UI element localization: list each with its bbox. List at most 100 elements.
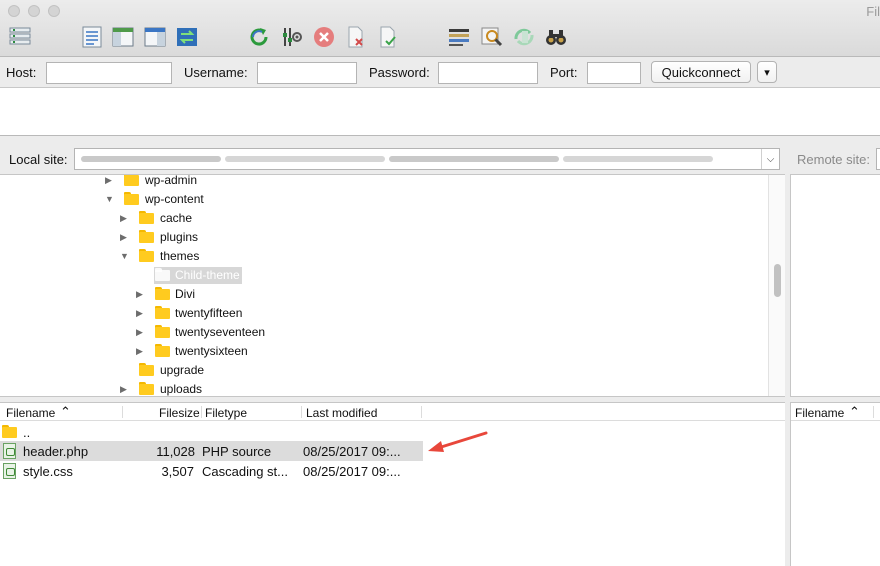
file-row-header-php[interactable]: header.php 11,028 PHP source 08/25/2017 … — [0, 441, 423, 461]
annotation-arrow-icon — [428, 431, 488, 452]
tree-item-plugins[interactable]: ▶ plugins — [0, 228, 768, 247]
port-label: Port: — [550, 65, 578, 80]
redacted-path-segment — [225, 156, 385, 162]
folder-icon — [155, 268, 170, 281]
folder-icon — [139, 382, 154, 395]
tree-item-wp-admin[interactable]: ▶ wp-admin — [0, 174, 768, 190]
expand-arrow-icon[interactable]: ▶ — [120, 232, 127, 243]
folder-icon — [139, 249, 154, 262]
local-site-bar: Local site: ⌵ — [0, 144, 785, 174]
quickconnect-bar: Host: Username: Password: Port: Quickcon… — [0, 57, 880, 88]
folder-icon — [155, 344, 170, 357]
tree-item-uploads[interactable]: ▶ uploads — [0, 380, 768, 396]
cancel-icon[interactable] — [311, 24, 337, 50]
expand-arrow-icon[interactable]: ▶ — [136, 289, 143, 300]
tree-item-wp-content[interactable]: ▼ wp-content — [0, 190, 768, 209]
chevron-down-icon[interactable]: ⌵ — [761, 149, 779, 169]
username-label: Username: — [184, 65, 248, 80]
toggle-remote-tree-icon[interactable] — [142, 24, 168, 50]
file-row-parent[interactable]: .. — [0, 422, 785, 442]
tree-item-divi[interactable]: ▶ Divi — [0, 285, 768, 304]
remote-site-bar: Remote site: — [790, 144, 880, 174]
file-modified: 08/25/2017 09:... — [303, 464, 401, 479]
folder-icon — [124, 175, 139, 186]
search-files-icon[interactable] — [543, 24, 569, 50]
folder-icon — [124, 192, 139, 205]
tree-item-label: twentyseventeen — [175, 325, 266, 339]
minimize-window-button[interactable] — [28, 5, 40, 17]
tree-item-twentyseventeen[interactable]: ▶ twentyseventeen — [0, 323, 768, 342]
column-filetype[interactable]: Filetype — [205, 406, 247, 420]
redacted-path-segment — [563, 156, 713, 162]
file-name: header.php — [23, 444, 89, 459]
remote-file-list: Filename ⌃ — [790, 402, 880, 566]
password-label: Password: — [369, 65, 430, 80]
toggle-local-tree-icon[interactable] — [110, 24, 136, 50]
reconnect-icon[interactable] — [375, 24, 401, 50]
remote-site-path-combo[interactable] — [876, 148, 880, 170]
column-separator[interactable] — [201, 406, 202, 418]
file-row-style-css[interactable]: style.css 3,507 Cascading st... 08/25/20… — [0, 461, 785, 481]
local-site-label: Local site: — [9, 152, 68, 167]
collapse-arrow-icon[interactable]: ▼ — [105, 194, 114, 204]
expand-arrow-icon[interactable]: ▶ — [120, 384, 127, 395]
username-input[interactable] — [257, 62, 357, 84]
tree-item-label: cache — [160, 211, 193, 225]
site-manager-icon[interactable] — [7, 24, 33, 50]
file-name: .. — [23, 425, 31, 440]
sync-browsing-icon[interactable] — [511, 24, 537, 50]
tree-item-label: twentyfifteen — [175, 306, 243, 320]
tree-scrollbar[interactable] — [768, 175, 785, 396]
toggle-message-log-icon[interactable] — [79, 24, 105, 50]
collapse-arrow-icon[interactable]: ▼ — [120, 251, 129, 261]
expand-arrow-icon[interactable]: ▶ — [120, 213, 127, 224]
expand-arrow-icon[interactable]: ▶ — [136, 308, 143, 319]
folder-icon — [2, 425, 17, 438]
tree-item-label: upgrade — [160, 363, 205, 377]
quickconnect-dropdown-button[interactable]: ▾ — [757, 61, 777, 83]
column-separator[interactable] — [122, 406, 123, 418]
title-bar: Fil — [0, 0, 880, 57]
refresh-icon[interactable] — [246, 24, 272, 50]
column-filename[interactable]: Filename — [795, 406, 844, 420]
column-separator[interactable] — [873, 406, 874, 418]
process-queue-icon[interactable] — [279, 24, 305, 50]
tree-item-label: themes — [160, 249, 200, 263]
tree-item-label: wp-admin — [145, 174, 198, 187]
zoom-window-button[interactable] — [48, 5, 60, 17]
folder-icon — [139, 363, 154, 376]
file-name: style.css — [23, 464, 73, 479]
tree-item-upgrade[interactable]: upgrade — [0, 361, 768, 380]
expand-arrow-icon[interactable]: ▶ — [136, 327, 143, 338]
close-window-button[interactable] — [8, 5, 20, 17]
password-input[interactable] — [438, 62, 538, 84]
disconnect-icon[interactable] — [343, 24, 369, 50]
toggle-queue-icon[interactable] — [174, 24, 200, 50]
tree-item-label: twentysixteen — [175, 344, 248, 358]
tree-item-child-theme[interactable]: Child-theme — [0, 266, 768, 285]
tree-item-themes[interactable]: ▼ themes — [0, 247, 768, 266]
expand-arrow-icon[interactable]: ▶ — [136, 346, 143, 357]
local-site-path-combo[interactable]: ⌵ — [74, 148, 780, 170]
message-log[interactable] — [0, 88, 880, 136]
column-separator[interactable] — [301, 406, 302, 418]
compare-directories-icon[interactable] — [479, 24, 505, 50]
file-modified: 08/25/2017 09:... — [303, 444, 401, 459]
column-filename[interactable]: Filename — [6, 406, 55, 420]
remote-directory-tree — [790, 174, 880, 397]
scrollbar-thumb[interactable] — [774, 264, 781, 297]
expand-arrow-icon[interactable]: ▶ — [105, 175, 112, 186]
filename-filters-icon[interactable] — [446, 24, 472, 50]
column-filesize[interactable]: Filesize — [159, 406, 200, 420]
tree-item-twentyfifteen[interactable]: ▶ twentyfifteen — [0, 304, 768, 323]
tree-item-cache[interactable]: ▶ cache — [0, 209, 768, 228]
column-last-modified[interactable]: Last modified — [306, 406, 377, 420]
column-separator[interactable] — [421, 406, 422, 418]
file-size: 3,507 — [161, 464, 194, 479]
quickconnect-button[interactable]: Quickconnect — [651, 61, 751, 83]
local-directory-tree: ▶ wp-admin ▼ wp-content ▶ cache ▶ plugin… — [0, 174, 785, 397]
port-input[interactable] — [587, 62, 641, 84]
redacted-path-segment — [389, 156, 559, 162]
tree-item-twentysixteen[interactable]: ▶ twentysixteen — [0, 342, 768, 361]
host-input[interactable] — [46, 62, 172, 84]
